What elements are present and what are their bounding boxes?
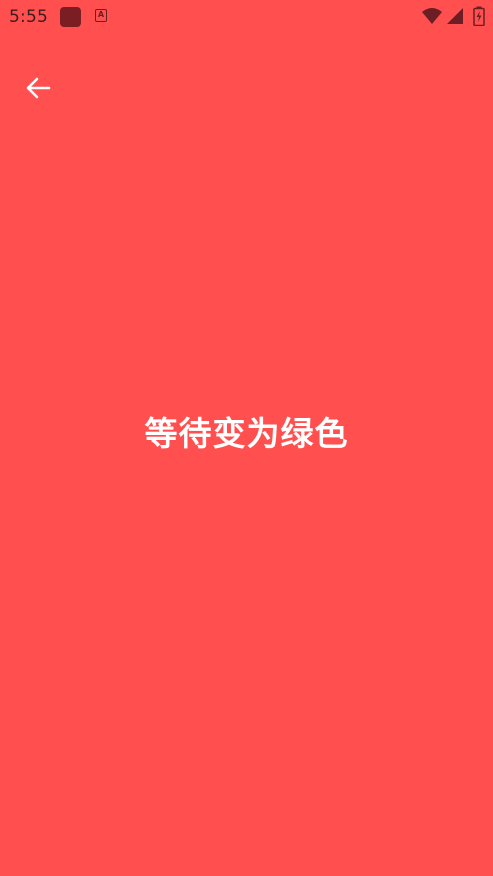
wait-for-green-message: 等待变为绿色	[144, 414, 349, 453]
a-notification-icon: A	[95, 9, 107, 22]
battery-icon	[473, 6, 485, 26]
back-button[interactable]	[14, 66, 62, 110]
wifi-icon	[422, 8, 442, 24]
app-notification-icon	[60, 7, 81, 27]
status-time: 5:55	[9, 7, 48, 27]
arrow-left-icon	[26, 77, 51, 99]
signal-icon	[447, 8, 463, 24]
status-bar: 5:55 A	[0, 0, 493, 34]
